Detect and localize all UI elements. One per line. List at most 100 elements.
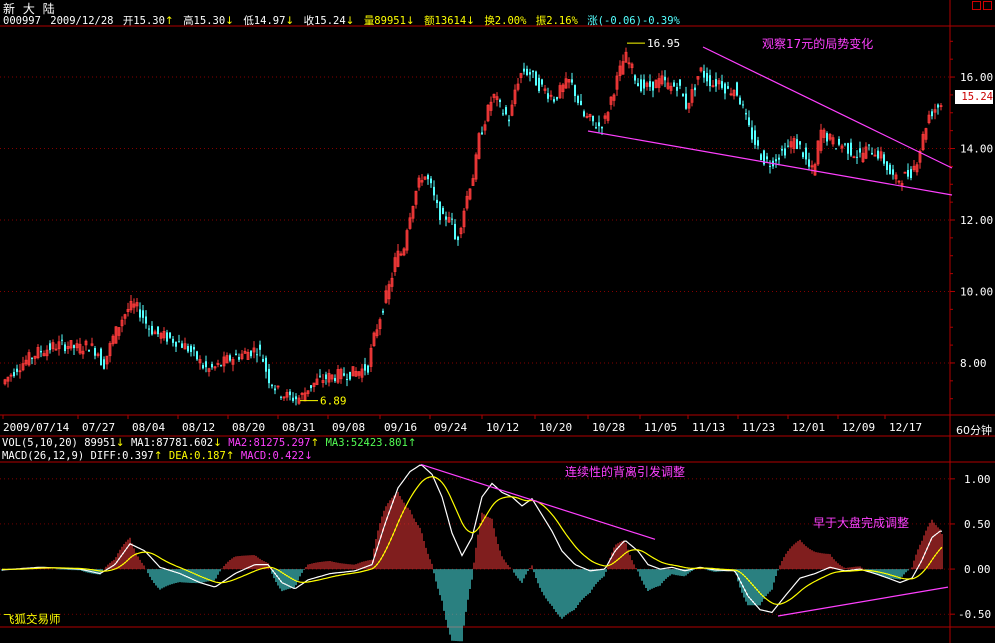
candle-body [931,111,933,117]
candle-body [850,142,852,156]
minimize-button[interactable] [972,1,981,10]
price-tick-label: 8.00 [960,357,987,370]
candle-body [775,159,777,162]
candle-body [859,148,861,153]
candle-body [436,199,438,204]
low-marker-label: 6.89 [320,395,347,408]
candle-body [187,346,189,352]
candle-body [238,356,240,360]
vol-ma2-arrow: ↑ [310,437,320,449]
candle-body [937,104,939,108]
x-tick-label: 12/01 [792,421,825,434]
open-arrow: ↑ [164,15,174,27]
candle-body [886,161,888,170]
candle-body [103,359,105,369]
vol-value: 89951 [84,437,116,449]
candle-body [367,365,369,373]
candle-body [724,83,726,94]
candle-body [280,396,282,398]
candle-body [577,95,579,103]
candle-body [259,344,261,350]
candle-body [808,159,810,167]
candle-body [805,147,807,160]
candle-body [907,170,909,177]
candle-body [742,104,744,106]
candle-body [250,350,252,357]
candle-body [889,164,891,175]
candle-body [757,140,759,146]
candle-body [634,75,636,81]
candle-body [295,396,297,400]
macd-value: MACD:0.422 [240,450,305,462]
candle-body [892,169,894,175]
candle-body [193,347,195,350]
candle-body [910,169,912,178]
x-tick-label: 10/20 [539,421,572,434]
candle-body [229,355,231,361]
candle-body [178,341,180,343]
candle-body [649,81,651,87]
candle-body [682,93,684,97]
candle-body [598,122,600,127]
candle-body [571,79,573,83]
candle-body [547,93,549,99]
candle-body [664,76,666,81]
candle-body [652,81,654,91]
candle-body [73,345,75,348]
candle-body [40,350,42,353]
vol-ma3: MA3:52423.801 [325,437,408,449]
candle-body [601,126,603,129]
candle-body [202,365,204,369]
candle-body [529,72,531,75]
vol-ma1: MA1:87781.602 [130,437,214,449]
candle-body [538,77,540,92]
candle-body [349,371,351,380]
candle-body [784,148,786,156]
candle-body [883,154,885,164]
candle-body [139,309,141,318]
macd-bottom-divergence-line [777,586,949,617]
restore-button[interactable] [983,1,992,10]
candle-body [736,82,738,96]
candle-body [265,357,267,372]
macd-value-arrow: ↓ [304,450,313,462]
candle-body [157,326,159,335]
candle-body [325,374,327,380]
close-price: 收15.24 [303,15,346,27]
candle-body [745,112,747,115]
candle-body [751,127,753,140]
x-tick-label: 11/05 [644,421,677,434]
candle-body [457,236,459,241]
price-tick-label: 10.00 [960,285,993,298]
turnover: 换2.00% [484,15,527,27]
candle-body [430,178,432,184]
candle-body [703,70,705,78]
macd-tick-label: 0.00 [964,563,991,576]
vol-arrow: ↓ [115,437,125,449]
candle-body [205,361,207,368]
x-tick-label: 12/09 [842,421,875,434]
x-tick-label: 08/31 [282,421,315,434]
chart-canvas: 16.00 14.00 12.00 10.00 8.00 2009/07/14 07/27 0… [0,0,995,643]
candle-body [289,391,291,396]
candle-body [580,100,582,106]
macd-dea-arrow: ↑ [225,450,235,462]
price-tick-label: 14.00 [960,143,993,156]
x-tick-label: 10/12 [486,421,519,434]
candle-body [640,79,642,92]
timeframe-label[interactable]: 60分钟 [956,422,992,438]
candle-body [196,351,198,360]
candle-body [235,353,237,356]
macd-diff-arrow: ↑ [153,450,163,462]
macd-annotation-divergence: 连续性的背离引发调整 [565,464,685,479]
candle-body [49,343,51,351]
candle-body [175,341,177,347]
macd-indicator-line: MACD(26,12,9) DIFF:0.397↑ DEA:0.187↑ MAC… [2,450,313,462]
change: 涨(-0.06)-0.39% [587,15,680,27]
candle-body [190,345,192,352]
candle-body [211,363,213,368]
x-tick-label: 10/28 [592,421,625,434]
candle-body [433,186,435,196]
candle-body [679,79,681,86]
candle-body [268,368,270,384]
